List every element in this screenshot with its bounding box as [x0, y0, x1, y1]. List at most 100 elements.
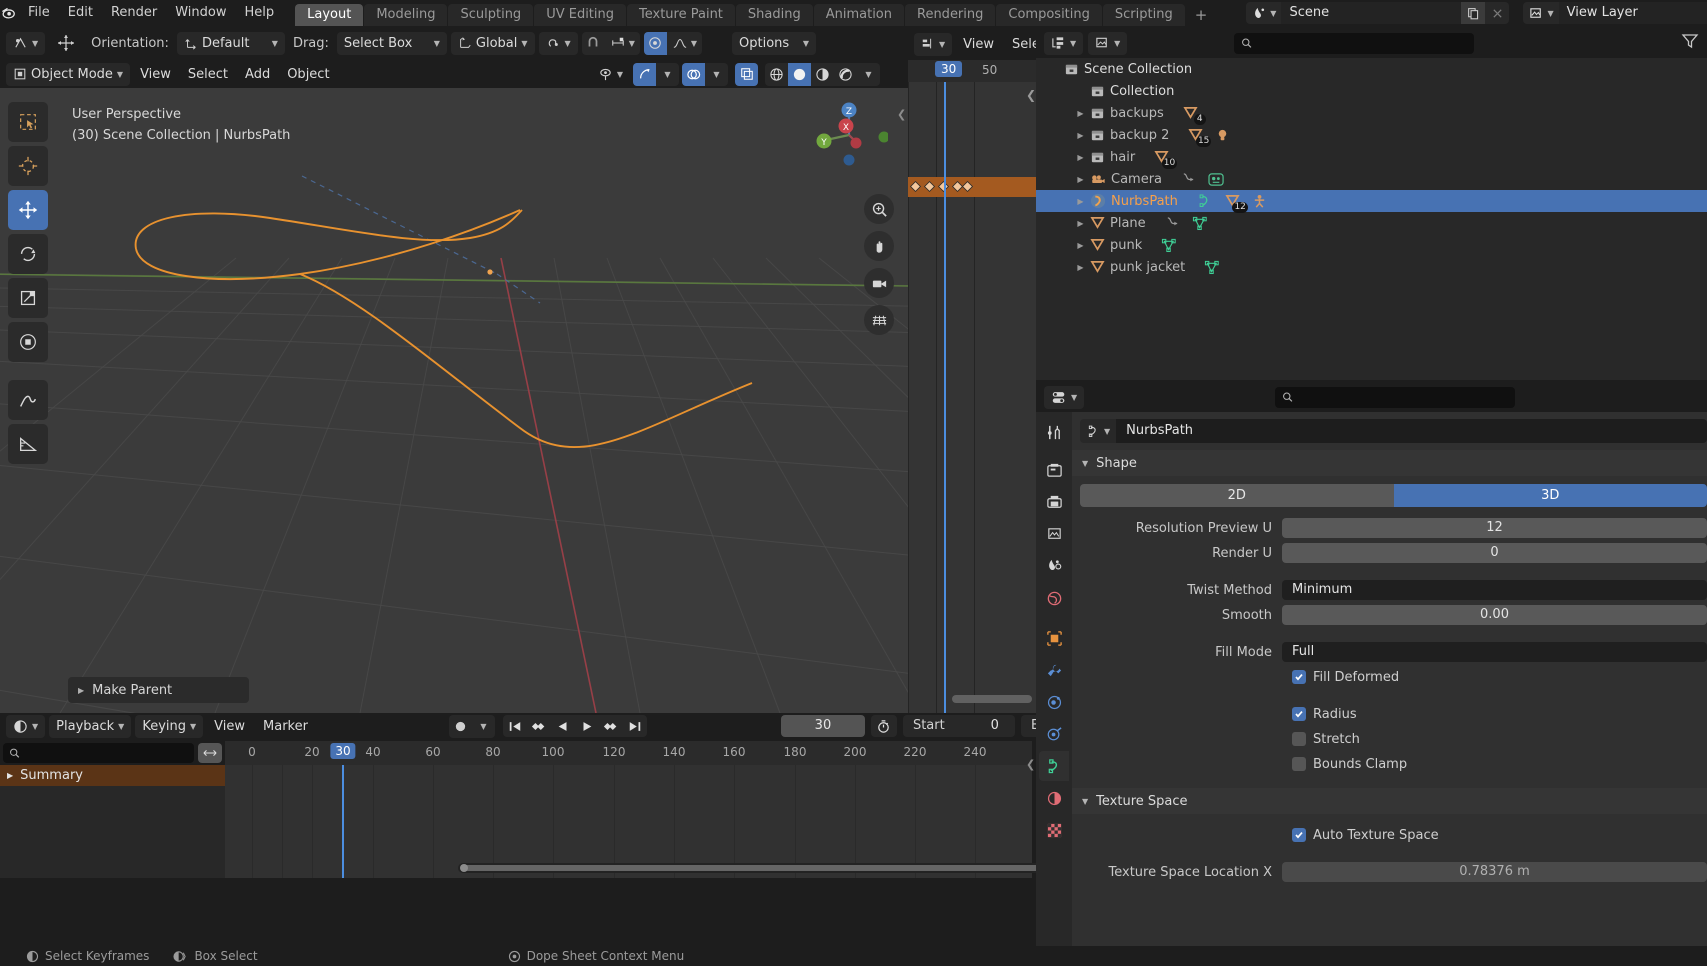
play-reverse-button[interactable] — [551, 715, 575, 737]
disclosure-triangle-icon[interactable]: ▶ — [1076, 175, 1085, 184]
outliner-display-mode-dropdown[interactable]: ▼ — [1088, 31, 1128, 55]
navigation-gizmo[interactable]: Z Y X — [810, 96, 890, 174]
options-dropdown[interactable]: Options ▼ — [732, 31, 816, 55]
tool-annotate[interactable] — [8, 380, 48, 420]
badge-anim[interactable] — [1181, 172, 1196, 186]
stretch-checkbox[interactable] — [1292, 732, 1306, 746]
auto-texture-space-checkbox[interactable] — [1292, 828, 1306, 842]
properties-search-input[interactable] — [1274, 386, 1515, 408]
overlays-toggle[interactable] — [682, 62, 705, 86]
mini-editor-type-dropdown[interactable]: ▼ — [914, 32, 953, 56]
scene-browse-dropdown[interactable]: ▼ — [1246, 2, 1282, 24]
render-u-value[interactable]: 0 — [1282, 543, 1707, 563]
tool-cursor[interactable] — [8, 146, 48, 186]
playback-dropdown[interactable]: Playback ▼ — [49, 714, 132, 738]
drag-dropdown[interactable]: Select Box ▼ — [336, 31, 447, 55]
resolution-preview-u-value[interactable]: 12 — [1282, 518, 1707, 538]
texture-space-location-x-value[interactable]: 0.78376 m — [1282, 862, 1707, 882]
outliner-editor[interactable]: ▼ ▼ Scene Collection Collection ▶ backups 4 ▶… — [1036, 28, 1707, 380]
play-button[interactable] — [575, 715, 599, 737]
texture-space-panel-header[interactable]: ▼ Texture Space — [1072, 788, 1707, 814]
object-mode-dropdown[interactable]: Object Mode ▼ — [6, 62, 131, 86]
radius-row[interactable]: Radius — [1072, 703, 1707, 725]
viewport-menu-select[interactable]: Select — [181, 63, 235, 86]
radius-checkbox[interactable] — [1292, 707, 1306, 721]
view-layer-name-field[interactable]: View Layer — [1558, 2, 1707, 24]
menu-file[interactable]: File — [19, 3, 59, 23]
outliner-row-punk[interactable]: ▶ punk — [1036, 234, 1707, 256]
mini-hscrollbar[interactable] — [952, 695, 1032, 703]
dopesheet-marker-menu[interactable]: Marker — [256, 715, 315, 738]
menu-window[interactable]: Window — [166, 3, 235, 23]
ortho-gizmo-icon[interactable] — [864, 305, 894, 335]
jump-to-start-button[interactable] — [503, 715, 527, 737]
material-preview-shading-icon[interactable] — [811, 63, 834, 86]
outliner-row-hair[interactable]: ▶ hair 10 — [1036, 146, 1707, 169]
properties-editor[interactable]: ▼ ▼ NurbsPath ▼ Shape 2D 3D Resolution P… — [1036, 382, 1707, 946]
workspace-tab-shading[interactable]: Shading — [735, 4, 813, 26]
overlay-dropdown[interactable]: ▼ — [705, 63, 728, 86]
previous-keyframe-button[interactable] — [527, 715, 551, 737]
wireframe-shading-icon[interactable] — [765, 63, 788, 86]
smooth-value[interactable]: 0.00 — [1282, 605, 1707, 625]
twist-method-value[interactable]: Minimum — [1282, 580, 1707, 600]
properties-tab-tool[interactable] — [1039, 417, 1069, 447]
dopesheet-ruler[interactable]: 0 20 30 40 60 80 100 120 140 160 180 200… — [225, 741, 1032, 765]
record-icon[interactable] — [449, 715, 472, 738]
editor-type-dropdown[interactable]: ▼ — [6, 31, 46, 55]
badge-anim[interactable] — [1165, 216, 1180, 230]
tool-measure[interactable] — [8, 424, 48, 464]
unlink-scene-button[interactable] — [1485, 2, 1510, 24]
mini-collapse-arrow-icon[interactable]: ❮ — [1026, 88, 1036, 102]
tool-move[interactable] — [8, 190, 48, 230]
snap-to-dropdown[interactable]: ▼ — [605, 32, 640, 55]
start-frame-field[interactable]: Start 0 — [902, 715, 1015, 737]
viewport-menu-object[interactable]: Object — [280, 63, 336, 86]
badge-armature[interactable] — [1252, 194, 1267, 209]
workspace-tab-modeling[interactable]: Modeling — [364, 4, 448, 26]
dopesheet-keyframe-grid[interactable] — [225, 765, 1248, 878]
properties-tab-viewlayer[interactable] — [1039, 519, 1069, 549]
fill-deformed-checkbox[interactable] — [1292, 670, 1306, 684]
new-scene-button[interactable] — [1461, 2, 1486, 24]
curve-data-name-field[interactable]: NurbsPath — [1116, 419, 1707, 443]
badge-meshdata[interactable] — [1192, 216, 1208, 231]
fill-deformed-row[interactable]: Fill Deformed — [1072, 666, 1707, 688]
current-frame-field[interactable]: 30 — [780, 715, 865, 737]
tool-rotate[interactable] — [8, 234, 48, 274]
disclosure-triangle-icon[interactable]: ▶ — [1076, 263, 1085, 272]
stretch-row[interactable]: Stretch — [1072, 728, 1707, 750]
dopesheet-playhead[interactable] — [342, 765, 344, 878]
tool-transform[interactable] — [8, 322, 48, 362]
properties-tab-modifier[interactable] — [1039, 655, 1069, 685]
workspace-tab-texture-paint[interactable]: Texture Paint — [627, 4, 735, 26]
gizmo-toggle[interactable] — [633, 62, 656, 86]
workspace-tab-rendering[interactable]: Rendering — [905, 4, 996, 26]
properties-tab-material[interactable] — [1039, 783, 1069, 813]
viewport-menu-add[interactable]: Add — [238, 63, 277, 86]
outliner-filter-icon[interactable] — [1681, 32, 1699, 54]
disclosure-triangle-icon[interactable]: ▶ — [1076, 197, 1085, 206]
keying-dropdown[interactable]: Keying ▼ — [135, 714, 204, 738]
proportional-falloff-dropdown[interactable]: ▼ — [667, 32, 702, 55]
disclosure-triangle-icon[interactable]: ▶ — [7, 771, 13, 780]
jump-to-end-button[interactable] — [623, 715, 647, 737]
properties-tab-scene[interactable] — [1039, 551, 1069, 581]
camera-gizmo-icon[interactable] — [864, 268, 894, 298]
disclosure-triangle-icon[interactable]: ▶ — [1076, 153, 1085, 162]
badge-mesh[interactable]: 4 — [1183, 106, 1206, 125]
dopesheet-search-field[interactable] — [24, 746, 194, 760]
properties-tab-render[interactable] — [1039, 455, 1069, 485]
mini-timeline-strip[interactable]: 30 50 ❮ — [908, 60, 1036, 713]
rendered-shading-icon[interactable] — [834, 63, 857, 86]
disclosure-triangle-icon[interactable]: ▶ — [1076, 131, 1085, 140]
mini-view-menu[interactable]: View — [956, 33, 1001, 56]
properties-search-field[interactable] — [1298, 390, 1515, 404]
outliner-row-collection[interactable]: Collection — [1036, 80, 1707, 102]
properties-tab-object[interactable] — [1039, 623, 1069, 653]
scene-name-field[interactable]: Scene — [1281, 2, 1462, 24]
dopesheet-search-input[interactable] — [3, 743, 194, 763]
dopesheet-channels[interactable]: ▶ Summary — [0, 765, 225, 878]
outliner-row-backup-2[interactable]: ▶ backup 2 15 — [1036, 124, 1707, 147]
bounds-clamp-checkbox[interactable] — [1292, 757, 1306, 771]
